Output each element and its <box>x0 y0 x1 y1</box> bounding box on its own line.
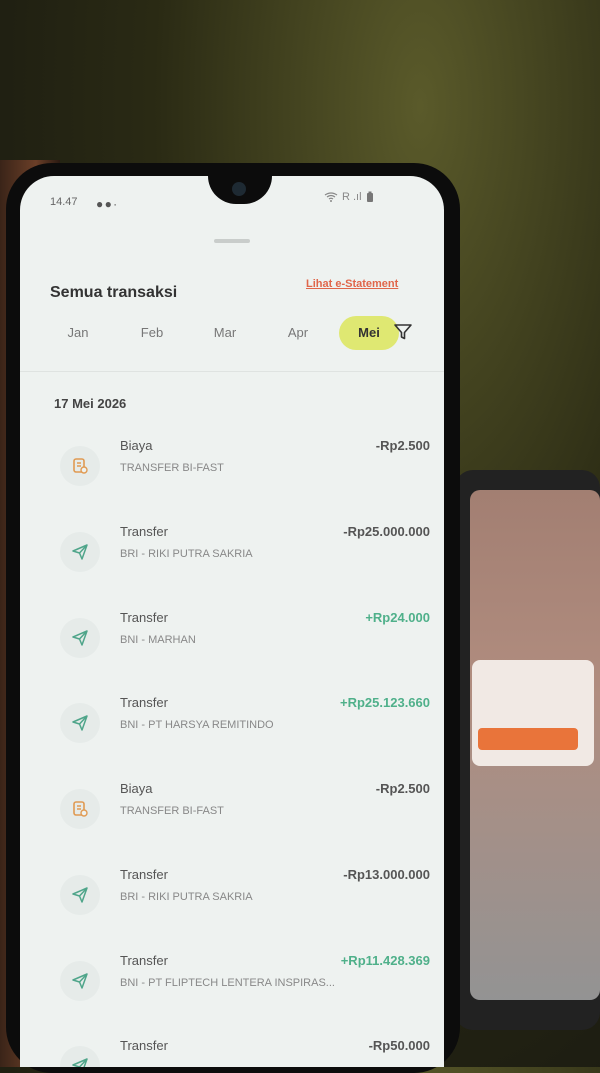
transaction-row[interactable]: Transfer BNI - MARHAN +Rp24.000 <box>60 610 430 680</box>
transaction-type: Transfer <box>120 953 168 968</box>
transaction-amount: +Rp24.000 <box>365 610 430 625</box>
tab-month-mar[interactable]: Mar <box>195 316 255 350</box>
transaction-type: Transfer <box>120 610 168 625</box>
filter-icon[interactable] <box>393 322 413 342</box>
transaction-row[interactable]: Transfer BRI - RIKI PUTRA SAKRIA -Rp25.0… <box>60 524 430 594</box>
transaction-amount: +Rp11.428.369 <box>340 953 430 968</box>
page-title: Semua transaksi <box>50 284 178 301</box>
status-right-icons: R .ıl <box>324 191 374 203</box>
transaction-description: BNI - MARHAN <box>120 634 196 646</box>
status-notification-icons: ● ● · <box>96 197 117 211</box>
send-icon <box>60 1046 100 1067</box>
transaction-amount: -Rp2.500 <box>375 781 430 796</box>
camera-icon <box>232 182 246 196</box>
transaction-row[interactable]: Transfer BRI - RIKI PUTRA SAKRIA -Rp13.0… <box>60 867 430 937</box>
send-icon <box>60 618 100 658</box>
fee-icon <box>60 446 100 486</box>
battery-icon <box>366 191 373 202</box>
transaction-type: Transfer <box>120 867 168 882</box>
transaction-description: TRANSFER BI-FAST <box>120 462 224 474</box>
transaction-description: BNI - PT HARSYA REMITINDO <box>120 719 274 731</box>
transaction-row[interactable]: Transfer BNI - PT FLIPTECH LENTERA INSPI… <box>60 953 430 1023</box>
transaction-row[interactable]: Biaya TRANSFER BI-FAST -Rp2.500 <box>60 781 430 851</box>
tab-month-jan[interactable]: Jan <box>48 316 108 350</box>
send-icon <box>60 961 100 1001</box>
transaction-type: Biaya <box>120 781 153 796</box>
e-statement-link[interactable]: Lihat e-Statement <box>306 278 398 290</box>
tab-month-feb[interactable]: Feb <box>122 316 182 350</box>
transaction-amount: -Rp2.500 <box>375 438 430 453</box>
send-icon <box>60 875 100 915</box>
transaction-type: Transfer <box>120 1038 168 1053</box>
status-time: 14.47 <box>50 196 78 208</box>
transaction-type: Transfer <box>120 524 168 539</box>
date-group-label: 17 Mei 2026 <box>54 396 127 411</box>
divider <box>20 371 444 372</box>
send-icon <box>60 703 100 743</box>
transaction-type: Biaya <box>120 438 153 453</box>
transaction-amount: -Rp13.000.000 <box>343 867 430 882</box>
transaction-row[interactable]: Transfer BNI - PT HARSYA REMITINDO +Rp25… <box>60 695 430 765</box>
transaction-description: BRI - RIKI PUTRA SAKRIA <box>120 548 253 560</box>
transaction-row[interactable]: Transfer -Rp50.000 <box>60 1038 430 1067</box>
tab-month-apr[interactable]: Apr <box>268 316 328 350</box>
signal-text: R .ıl <box>342 191 362 203</box>
transaction-description: TRANSFER BI-FAST <box>120 805 224 817</box>
fee-icon <box>60 789 100 829</box>
background-device-dialog <box>472 660 594 766</box>
tab-month-mei[interactable]: Mei <box>339 316 399 350</box>
transaction-type: Transfer <box>120 695 168 710</box>
transaction-amount: -Rp50.000 <box>368 1038 430 1053</box>
wifi-icon <box>324 192 338 202</box>
transaction-amount: -Rp25.000.000 <box>343 524 430 539</box>
transaction-row[interactable]: Biaya TRANSFER BI-FAST -Rp2.500 <box>60 438 430 508</box>
send-icon <box>60 532 100 572</box>
phone-screen: 14.47 ● ● · R .ıl Semua transaksi Lihat … <box>20 176 444 1067</box>
transaction-description: BRI - RIKI PUTRA SAKRIA <box>120 891 253 903</box>
transaction-description: BNI - PT FLIPTECH LENTERA INSPIRAS... <box>120 977 335 989</box>
month-tabs: Jan Feb Mar Apr Mei <box>40 316 440 356</box>
transaction-amount: +Rp25.123.660 <box>340 695 430 710</box>
camera-notch <box>208 176 272 204</box>
sheet-drag-handle[interactable] <box>214 239 250 243</box>
background-device-button <box>478 728 578 750</box>
